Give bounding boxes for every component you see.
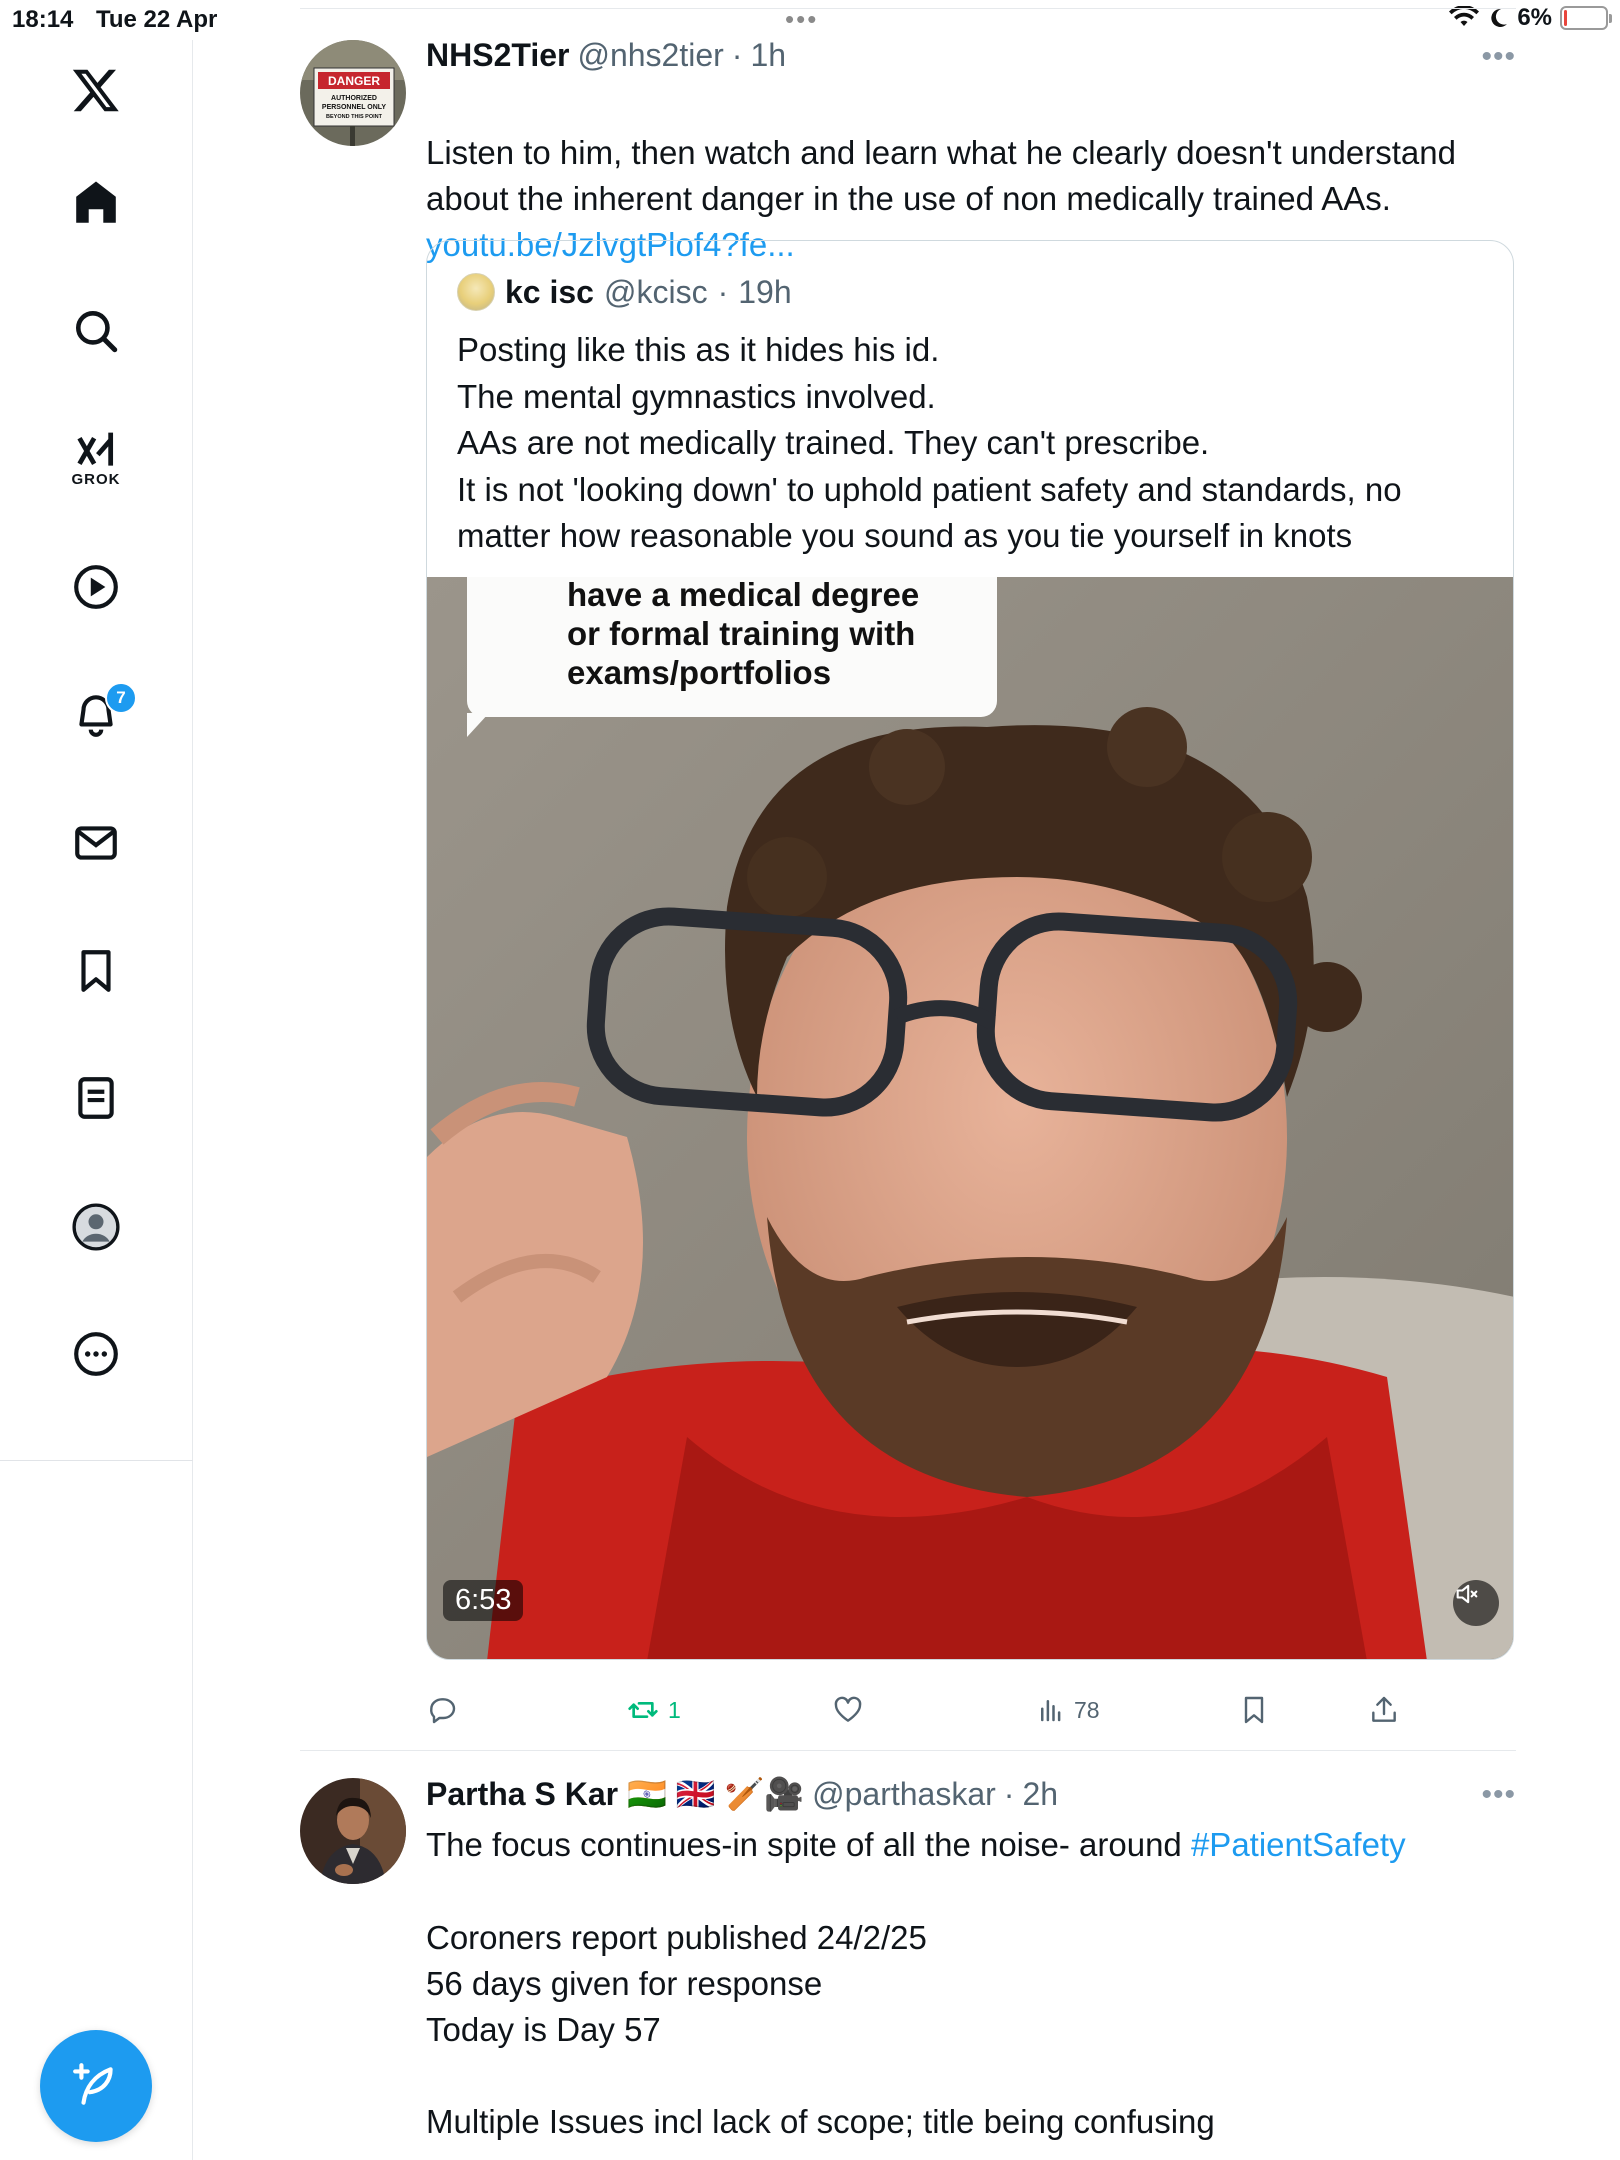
status-bar: 18:14 Tue 22 Apr ••• 6% — [0, 0, 1620, 40]
retweet-button[interactable]: 1 — [626, 1694, 681, 1726]
quote-handle: @kcisc — [603, 273, 708, 310]
video-player[interactable]: have a medical degree or formal training… — [427, 577, 1513, 1659]
bookmark-icon — [81, 950, 111, 992]
sidebar-item-x-logo[interactable] — [50, 44, 142, 136]
compose-feather-icon — [73, 2063, 113, 2105]
grok-icon — [77, 432, 114, 466]
user-handle[interactable]: @parthaskar — [812, 1776, 996, 1813]
battery-percent: 6% — [1517, 4, 1552, 31]
svg-text:PERSONNEL ONLY: PERSONNEL ONLY — [322, 104, 387, 111]
avatar[interactable]: DANGER AUTHORIZED PERSONNEL ONLY BEYOND … — [300, 40, 406, 146]
list-icon — [78, 1077, 114, 1119]
video-caption: have a medical degree or formal training… — [467, 577, 997, 717]
mute-button[interactable] — [1453, 1580, 1499, 1626]
tweet[interactable]: Partha S Kar 🇮🇳 🇬🇧 🏏🎥 @parthaskar · 2h •… — [300, 1775, 1516, 2160]
timeline-top-divider — [300, 8, 1516, 9]
more-icon — [74, 1332, 118, 1376]
danger-sign-avatar: DANGER AUTHORIZED PERSONNEL ONLY BEYOND … — [300, 40, 406, 146]
tweet-header: NHS2Tier @nhs2tier · 1h — [426, 37, 786, 74]
video-frame — [427, 577, 1513, 1659]
caption-tail — [467, 713, 489, 737]
compose-button[interactable] — [40, 2030, 152, 2142]
sidebar-item-home[interactable] — [50, 157, 142, 249]
timestamp[interactable]: 2h — [1022, 1776, 1058, 1813]
profile-icon — [72, 1203, 120, 1251]
tweet[interactable]: DANGER AUTHORIZED PERSONNEL ONLY BEYOND … — [300, 37, 1516, 1750]
person-avatar — [300, 1778, 406, 1884]
sidebar-item-lists[interactable] — [50, 1052, 142, 1144]
dot-separator: · — [731, 37, 743, 73]
like-button[interactable] — [832, 1694, 864, 1726]
display-name[interactable]: NHS2Tier — [426, 37, 569, 74]
sidebar-item-messages[interactable] — [50, 797, 142, 889]
reply-button[interactable] — [426, 1694, 458, 1726]
status-date: Tue 22 Apr — [96, 6, 218, 33]
svg-text:DANGER: DANGER — [328, 74, 380, 88]
tweet-actions: 1 78 — [426, 1694, 1426, 1744]
svg-text:AUTHORIZED: AUTHORIZED — [331, 95, 377, 102]
timestamp[interactable]: 1h — [750, 37, 786, 74]
speaker-muted-icon — [1456, 1584, 1478, 1604]
heart-icon — [834, 1696, 862, 1722]
grok-label: GROK — [71, 470, 121, 488]
hashtag-link[interactable]: #PatientSafety — [1191, 1826, 1406, 1863]
tweet-divider — [300, 1750, 1516, 1751]
sidebar-item-bookmarks[interactable] — [50, 925, 142, 1017]
tweet-text-continued: Coroners report published 24/2/25 56 day… — [426, 1919, 1215, 2140]
play-icon — [74, 565, 118, 609]
tweet-more-icon[interactable]: ••• — [1481, 1778, 1516, 1812]
sidebar-item-search[interactable] — [50, 285, 142, 377]
sidebar-item-notifications[interactable]: 7 — [50, 668, 142, 760]
bookmark-button[interactable] — [1238, 1694, 1270, 1726]
user-handle[interactable]: @nhs2tier — [577, 37, 723, 74]
views-count: 78 — [1074, 1696, 1100, 1723]
quote-display-name: kc isc — [505, 273, 594, 310]
battery-icon — [1560, 6, 1612, 30]
status-time: 18:14 — [12, 6, 74, 33]
dot-separator: · — [1003, 1775, 1015, 1812]
battery-level — [1564, 10, 1567, 26]
wifi-icon — [1449, 6, 1480, 26]
mail-icon — [75, 826, 117, 860]
quote-text: Posting like this as it hides his id. Th… — [457, 331, 1402, 554]
quote-header: kc isc @kcisc · 19h — [457, 273, 792, 311]
tweet-more-icon[interactable]: ••• — [1481, 40, 1516, 74]
quote-avatar[interactable] — [457, 273, 495, 311]
dot-separator: · — [717, 273, 729, 310]
share-button[interactable] — [1368, 1694, 1400, 1726]
views-icon — [1041, 1700, 1061, 1722]
search-icon — [76, 311, 118, 353]
sidebar-divider — [0, 1460, 193, 1461]
home-icon — [76, 181, 116, 223]
views-button[interactable]: 78 — [1036, 1694, 1100, 1726]
sidebar-item-profile[interactable] — [50, 1181, 142, 1273]
display-name[interactable]: Partha S Kar 🇮🇳 🇬🇧 🏏🎥 — [426, 1775, 804, 1813]
avatar[interactable] — [300, 1778, 406, 1884]
bookmark-icon — [1244, 1696, 1264, 1724]
sidebar-item-grok[interactable]: GROK — [50, 412, 142, 504]
retweet-count: 1 — [668, 1696, 681, 1723]
retweet-icon — [628, 1702, 658, 1718]
reply-icon — [430, 1698, 456, 1724]
x-logo-icon — [72, 69, 119, 112]
notification-badge: 7 — [105, 682, 137, 714]
tweet-text-content: The focus continues-in spite of all the … — [426, 1826, 1191, 1863]
share-icon — [1372, 1696, 1396, 1722]
video-duration: 6:53 — [443, 1580, 524, 1621]
svg-text:BEYOND THIS POINT: BEYOND THIS POINT — [326, 114, 383, 120]
moon-icon — [1491, 8, 1508, 27]
tweet-header: Partha S Kar 🇮🇳 🇬🇧 🏏🎥 @parthaskar · 2h — [426, 1775, 1058, 1813]
tweet-text: The focus continues-in spite of all the … — [426, 1822, 1516, 1868]
quoted-tweet[interactable]: kc isc @kcisc · 19h Posting like this as… — [426, 240, 1514, 1660]
sidebar-item-video[interactable] — [50, 541, 142, 633]
sidebar: GROK 7 — [0, 40, 193, 2160]
sidebar-item-more[interactable] — [50, 1308, 142, 1400]
quote-timestamp: 19h — [738, 273, 792, 310]
